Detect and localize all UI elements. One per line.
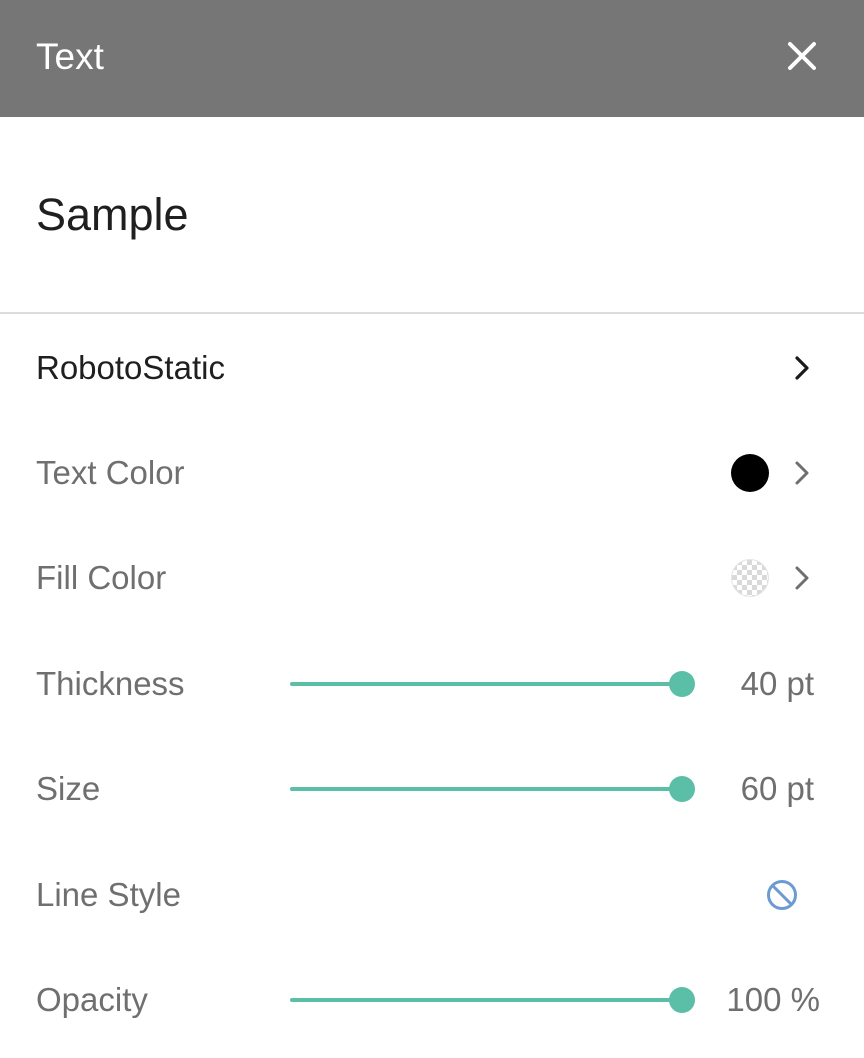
chevron-right-icon [795,355,809,380]
fill-color-swatch[interactable] [731,558,769,597]
thickness-label: Thickness [36,664,185,702]
size-value: 60 pt [740,769,814,807]
opacity-row: Opacity 100 % [0,947,864,1052]
chevron-right-icon [795,461,809,484]
text-color-swatch[interactable] [731,453,769,492]
thickness-value: 40 pt [740,664,814,702]
font-row[interactable]: RobotoStatic [0,315,864,420]
panel-header: Text [0,0,864,117]
size-row: Size 60 pt [0,736,864,841]
fill-color-label: Fill Color [36,558,167,596]
size-label: Size [36,769,101,807]
opacity-value: 100 % [726,980,820,1018]
thickness-slider[interactable] [290,666,698,702]
slider-thumb[interactable] [669,670,695,697]
no-line-style-icon[interactable] [765,878,799,912]
slider-thumb[interactable] [669,986,695,1013]
font-label: RobotoStatic [36,348,225,386]
thickness-row: Thickness 40 pt [0,631,864,736]
sample-text: Sample [36,189,189,240]
panel-title: Text [36,36,104,77]
close-icon [788,42,816,70]
line-style-row[interactable]: Line Style [0,842,864,947]
slider-track [290,786,682,791]
text-color-row[interactable]: Text Color [0,420,864,525]
divider [0,312,864,314]
fill-color-row[interactable]: Fill Color [0,525,864,630]
slider-track [290,681,682,686]
slider-track [290,997,682,1002]
opacity-label: Opacity [36,980,148,1018]
text-preview[interactable]: Sample [0,117,864,312]
opacity-slider[interactable] [290,982,698,1018]
slider-thumb[interactable] [669,775,695,802]
close-button[interactable] [780,34,824,78]
size-slider[interactable] [290,771,698,807]
line-style-label: Line Style [36,875,181,913]
chevron-right-icon [795,566,809,589]
text-color-label: Text Color [36,453,185,491]
